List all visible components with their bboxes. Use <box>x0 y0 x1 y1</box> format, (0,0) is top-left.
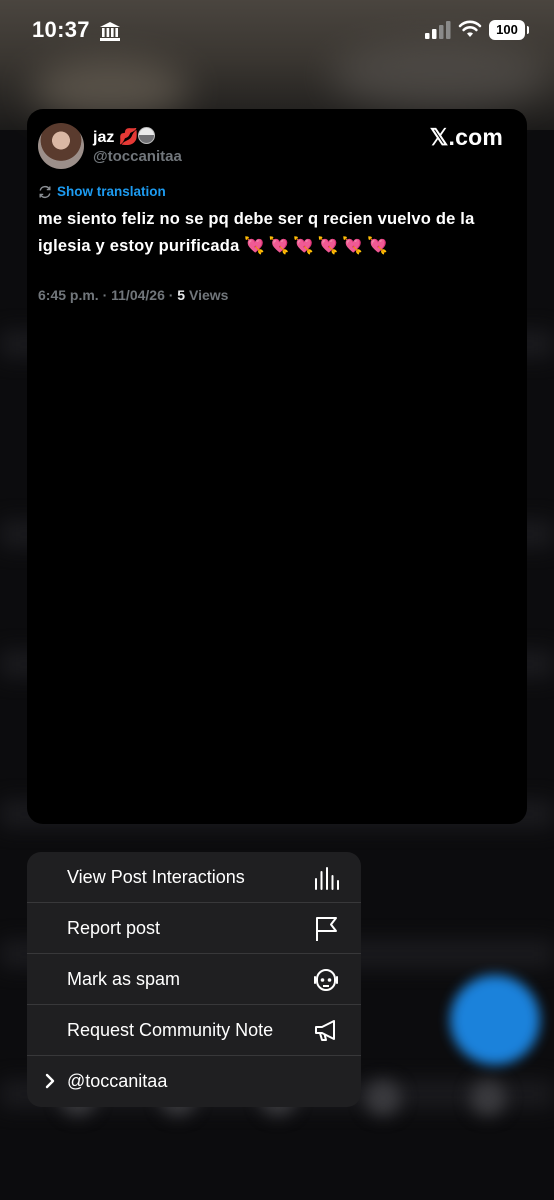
heart-emojis: 💘💘💘💘💘💘 <box>244 237 392 255</box>
views-count[interactable]: 5 <box>177 287 185 303</box>
battery-indicator: 100 <box>489 20 529 40</box>
robot-icon <box>314 969 338 991</box>
post-card[interactable]: jaz 💋 @toccanitaa 𝕏.com Show translation… <box>27 109 527 824</box>
post-text: me siento feliz no se pq debe ser q reci… <box>38 206 518 260</box>
menu-item-label: Request Community Note <box>67 1020 274 1040</box>
menu-item-view-interactions[interactable]: View Post Interactions <box>27 852 361 903</box>
x-logo: 𝕏.com <box>429 124 503 150</box>
menu-item-report-post[interactable]: Report post <box>27 903 361 954</box>
megaphone-icon <box>315 1020 335 1041</box>
user-handle[interactable]: @toccanitaa <box>93 148 182 165</box>
translate-icon <box>39 185 51 199</box>
wifi-icon <box>458 20 482 37</box>
menu-item-label: Mark as spam <box>67 969 181 989</box>
post-timestamp: 6:45 p.m. · 11/04/26 · <box>38 287 178 303</box>
menu-item-label: View Post Interactions <box>67 867 245 887</box>
menu-item-label: Report post <box>67 918 161 938</box>
post-meta: 6:45 p.m. · 11/04/26 · 5 Views <box>38 287 228 303</box>
bar-chart-icon <box>315 867 339 890</box>
chevron-right-icon <box>45 1073 55 1089</box>
post-context-menu: View Post Interactions Report post Mark … <box>27 852 361 1107</box>
avatar[interactable] <box>38 123 84 169</box>
menu-item-mark-spam[interactable]: Mark as spam <box>27 954 361 1005</box>
cellular-signal-icon <box>425 21 451 39</box>
flag-icon <box>316 917 337 941</box>
status-bar: 10:37 100 <box>0 0 554 60</box>
display-name[interactable]: jaz 💋 <box>93 127 139 147</box>
show-translation-label: Show translation <box>57 184 166 199</box>
menu-item-label: @toccanitaa <box>67 1071 168 1091</box>
compose-button-blurred <box>450 975 540 1065</box>
views-label: Views <box>185 287 229 303</box>
menu-item-request-community-note[interactable]: Request Community Note <box>27 1005 361 1056</box>
status-time: 10:37 <box>32 17 90 42</box>
bank-icon <box>100 22 120 41</box>
badge-icon <box>138 127 155 144</box>
menu-item-profile-handle[interactable]: @toccanitaa <box>27 1056 361 1107</box>
